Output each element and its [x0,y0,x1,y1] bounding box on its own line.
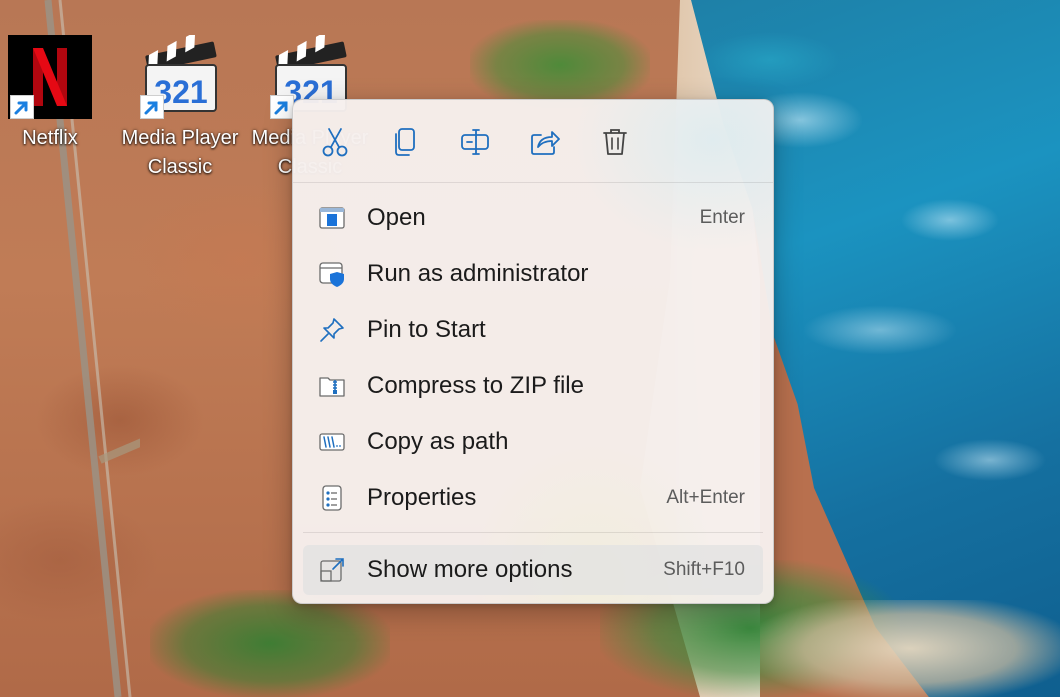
copy-path-icon [319,433,345,451]
menu-item-label: Show more options [367,556,573,583]
media-player-classic-icon: 321 [138,31,222,119]
menu-item-open[interactable]: Open Enter [303,193,763,243]
menu-item-shortcut: Enter [699,207,745,228]
copy-icon [395,128,415,156]
show-more-icon [320,558,344,582]
menu-divider [293,182,773,183]
menu-item-label: Properties [367,484,477,511]
desktop[interactable]: Netflix 321 Media Player Classic 321 Med… [0,0,1060,697]
properties-icon [322,485,342,511]
menu-item-copy-as-path[interactable]: Copy as path [303,417,763,467]
netflix-icon [8,35,92,119]
desktop-icon-netflix[interactable]: Netflix [0,35,115,153]
menu-item-properties[interactable]: Properties Alt+Enter [303,473,763,523]
quick-actions-bar [293,100,773,182]
menu-item-run-as-administrator[interactable]: Run as administrator [303,249,763,299]
share-icon [531,131,560,155]
cut-icon [322,128,348,157]
wallpaper-rocks [760,600,1060,697]
wallpaper-vegetation [150,590,390,697]
shortcut-arrow-icon [270,95,294,119]
desktop-icon-label: Media Player Classic [121,127,239,178]
desktop-icon-media-player-classic[interactable]: 321 Media Player Classic [115,31,245,182]
cut-button[interactable] [313,120,357,164]
pin-icon [320,318,344,342]
shortcut-arrow-icon [10,95,34,119]
share-button[interactable] [523,120,567,164]
menu-item-compress-to-zip[interactable]: Compress to ZIP file [303,361,763,411]
menu-divider [303,532,763,533]
menu-item-pin-to-start[interactable]: Pin to Start [303,305,763,355]
shortcut-arrow-icon [140,95,164,119]
wallpaper-vegetation [470,20,650,110]
run-as-admin-icon [319,262,344,287]
context-menu: Open Enter Run as administrator Pin to S… [292,99,774,604]
menu-item-shortcut: Shift+F10 [663,559,745,580]
delete-icon [603,129,627,155]
menu-item-show-more-options[interactable]: Show more options Shift+F10 [303,545,763,595]
menu-item-label: Copy as path [367,428,509,455]
menu-item-shortcut: Alt+Enter [666,487,745,508]
delete-button[interactable] [593,120,637,164]
menu-item-label: Open [367,204,426,231]
menu-item-label: Run as administrator [367,260,589,287]
rename-button[interactable] [453,120,497,164]
menu-item-label: Pin to Start [367,316,486,343]
copy-button[interactable] [383,120,427,164]
open-icon [319,207,345,229]
rename-icon [461,129,489,155]
zip-folder-icon [319,377,345,397]
menu-item-label: Compress to ZIP file [367,372,584,399]
desktop-icon-label: Netflix [22,127,78,149]
